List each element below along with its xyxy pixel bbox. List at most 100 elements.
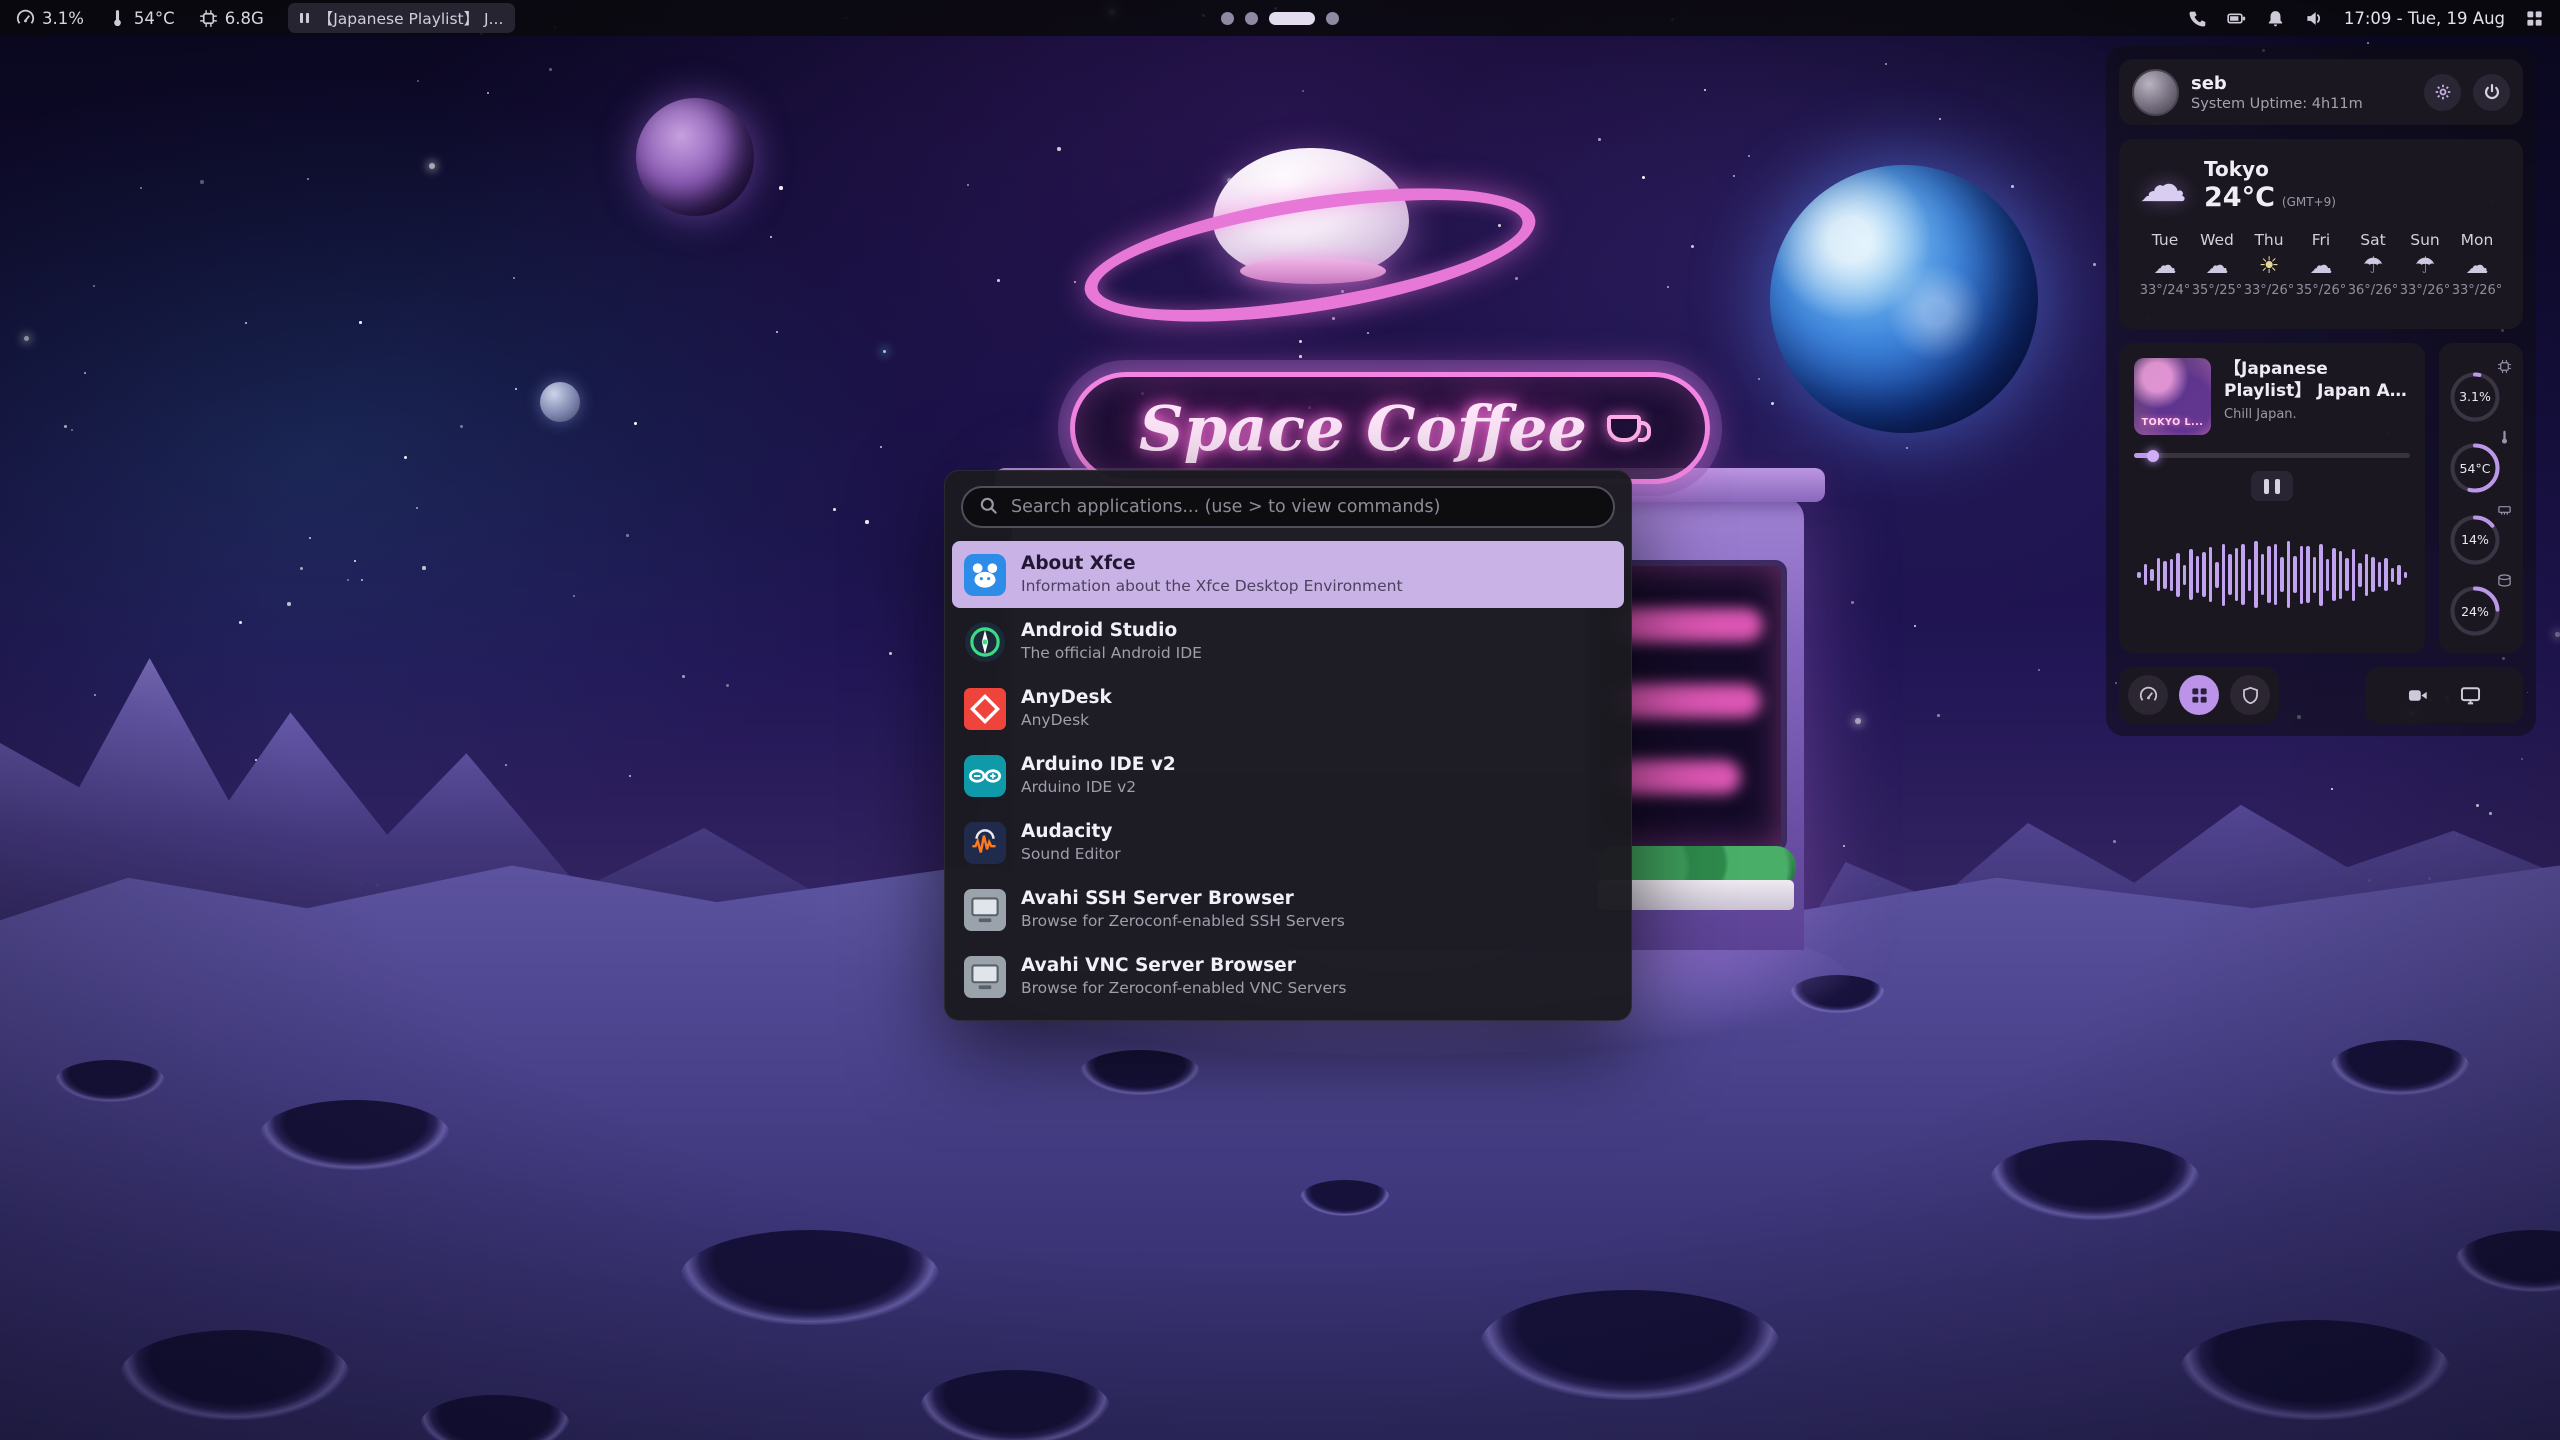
album-art-text: TOKYO L... — [2142, 417, 2204, 428]
xfce-app-icon — [964, 554, 1006, 596]
apps-grid-icon[interactable] — [2525, 9, 2544, 28]
result-title: Audacity — [1021, 820, 1121, 843]
battery-icon[interactable] — [2227, 9, 2246, 28]
bell-icon[interactable] — [2266, 9, 2285, 28]
launcher-result[interactable]: Avahi SSH Server Browser Browse for Zeroc… — [952, 876, 1624, 943]
audio-visualizer — [2134, 511, 2410, 638]
workspace-dot[interactable] — [1326, 12, 1339, 25]
apps-button[interactable] — [2179, 675, 2219, 715]
power-button[interactable] — [2473, 74, 2510, 111]
coffee-cup-icon — [1607, 415, 1641, 442]
settings-button[interactable] — [2424, 74, 2461, 111]
now-playing-pill[interactable]: 【Japanese Playlist】 J... — [288, 3, 516, 33]
seek-handle[interactable] — [2147, 450, 2159, 462]
avahi-app-icon — [964, 956, 1006, 998]
performance-button[interactable] — [2128, 675, 2168, 715]
music-player-card: TOKYO L... 【Japanese Playlist】 Japan All… — [2119, 343, 2425, 653]
result-description: Browse for Zeroconf-enabled VNC Servers — [1021, 979, 1346, 998]
result-title: Arduino IDE v2 — [1021, 753, 1176, 776]
result-title: AnyDesk — [1021, 686, 1112, 709]
forecast-day: Tue☁33°/24° — [2139, 231, 2191, 298]
memory-chip-icon — [199, 9, 218, 28]
temperature-indicator: 54°C — [108, 9, 175, 28]
weather-timezone: (GMT+9) — [2282, 195, 2336, 209]
forecast-day: Fri☁35°/26° — [2295, 231, 2347, 298]
crater — [1480, 1290, 1780, 1400]
forecast-day: Thu☀33°/26° — [2243, 231, 2295, 298]
neon-sign-text: Space Coffee — [1139, 392, 1587, 465]
workspace-dot[interactable] — [1221, 12, 1234, 25]
launcher-result[interactable]: Avahi VNC Server BrowserBrowse for Zeroc… — [952, 943, 1624, 1010]
cpu-usage-value: 3.1% — [42, 9, 84, 28]
stat-value: 54°C — [2449, 442, 2501, 494]
memory-indicator: 6.8G — [199, 9, 264, 28]
stat-value: 3.1% — [2449, 371, 2501, 423]
speedometer-icon — [16, 9, 35, 28]
crater — [1990, 1140, 2200, 1220]
launcher-result[interactable]: Android StudioThe official Android IDE — [952, 608, 1624, 675]
workspace-dot[interactable] — [1245, 12, 1258, 25]
forecast-day: Sun☂33°/26° — [2399, 231, 2451, 298]
user-card: seb System Uptime: 4h11m — [2119, 59, 2523, 125]
avatar — [2132, 69, 2179, 116]
phone-icon[interactable] — [2188, 9, 2207, 28]
seek-bar[interactable] — [2134, 453, 2410, 458]
memory-value: 6.8G — [225, 9, 264, 28]
crater — [120, 1330, 350, 1420]
app-launcher: About XfceInformation about the Xfce Des… — [944, 470, 1632, 1021]
crater — [680, 1230, 940, 1325]
rain-icon: ☂ — [2399, 254, 2451, 279]
neon-sign: Space Coffee — [1070, 372, 1710, 484]
crater — [55, 1060, 165, 1102]
screen-record-button[interactable] — [2407, 685, 2428, 706]
stat-value: 24% — [2449, 585, 2501, 637]
pause-button[interactable] — [2251, 471, 2293, 501]
workspace-dot[interactable] — [1269, 12, 1315, 25]
launcher-result[interactable]: About XfceInformation about the Xfce Des… — [952, 541, 1624, 608]
anydesk-app-icon — [964, 688, 1006, 730]
workspace-pager — [1221, 0, 1339, 36]
cloud-icon: ☁ — [2295, 254, 2347, 279]
search-input[interactable] — [1009, 496, 1597, 518]
sun-icon: ☀ — [2243, 254, 2295, 279]
thermometer-icon — [108, 9, 127, 28]
capture-tools — [2365, 667, 2523, 723]
purple-planet — [636, 98, 754, 216]
result-description: Browse for Zeroconf-enabled SSH Servers — [1021, 912, 1345, 931]
system-stats-column: 3.1%54°C14%24% — [2439, 343, 2523, 653]
crater — [2330, 1040, 2470, 1095]
screenshot-button[interactable] — [2460, 685, 2481, 706]
result-title: Android Studio — [1021, 619, 1202, 642]
cpu-stat-gauge: 3.1% — [2449, 359, 2513, 423]
result-description: Arduino IDE v2 — [1021, 778, 1176, 797]
result-title: Avahi SSH Server Browser — [1021, 887, 1345, 910]
cloud-icon: ☁ — [2139, 161, 2187, 209]
audacity-app-icon — [964, 822, 1006, 864]
forecast-day: Mon☁33°/26° — [2451, 231, 2503, 298]
disk-stat-gauge: 24% — [2449, 573, 2513, 637]
result-description: AnyDesk — [1021, 711, 1112, 730]
rain-icon: ☂ — [2347, 254, 2399, 279]
forecast-day: Wed☁35°/25° — [2191, 231, 2243, 298]
launcher-result[interactable]: Audacity Sound Editor — [952, 809, 1624, 876]
crater — [2180, 1320, 2450, 1420]
volume-icon[interactable] — [2305, 9, 2324, 28]
track-title: 【Japanese Playlist】 Japan All Night - To… — [2224, 358, 2410, 402]
weather-forecast: Tue☁33°/24°Wed☁35°/25°Thu☀33°/26°Fri☁35°… — [2139, 231, 2503, 298]
launcher-result[interactable]: Arduino IDE v2 Arduino IDE v2 — [952, 742, 1624, 809]
shield-button[interactable] — [2230, 675, 2270, 715]
launcher-result[interactable]: AnyDesk AnyDesk — [952, 675, 1624, 742]
clock[interactable]: 17:09 - Tue, 19 Aug — [2344, 9, 2505, 28]
cloud-icon: ☁ — [2139, 254, 2191, 279]
temperature-value: 54°C — [134, 9, 175, 28]
android-studio-app-icon — [964, 621, 1006, 663]
result-title: About Xfce — [1021, 552, 1403, 575]
now-playing-title: 【Japanese Playlist】 J... — [318, 7, 504, 29]
track-artist: Chill Japan. — [2224, 407, 2410, 422]
crater — [920, 1370, 1110, 1440]
crater — [1080, 1050, 1200, 1095]
result-description: Sound Editor — [1021, 845, 1121, 864]
crater — [1300, 1180, 1390, 1216]
temp-stat-gauge: 54°C — [2449, 430, 2513, 494]
quick-toggles — [2119, 667, 2279, 723]
